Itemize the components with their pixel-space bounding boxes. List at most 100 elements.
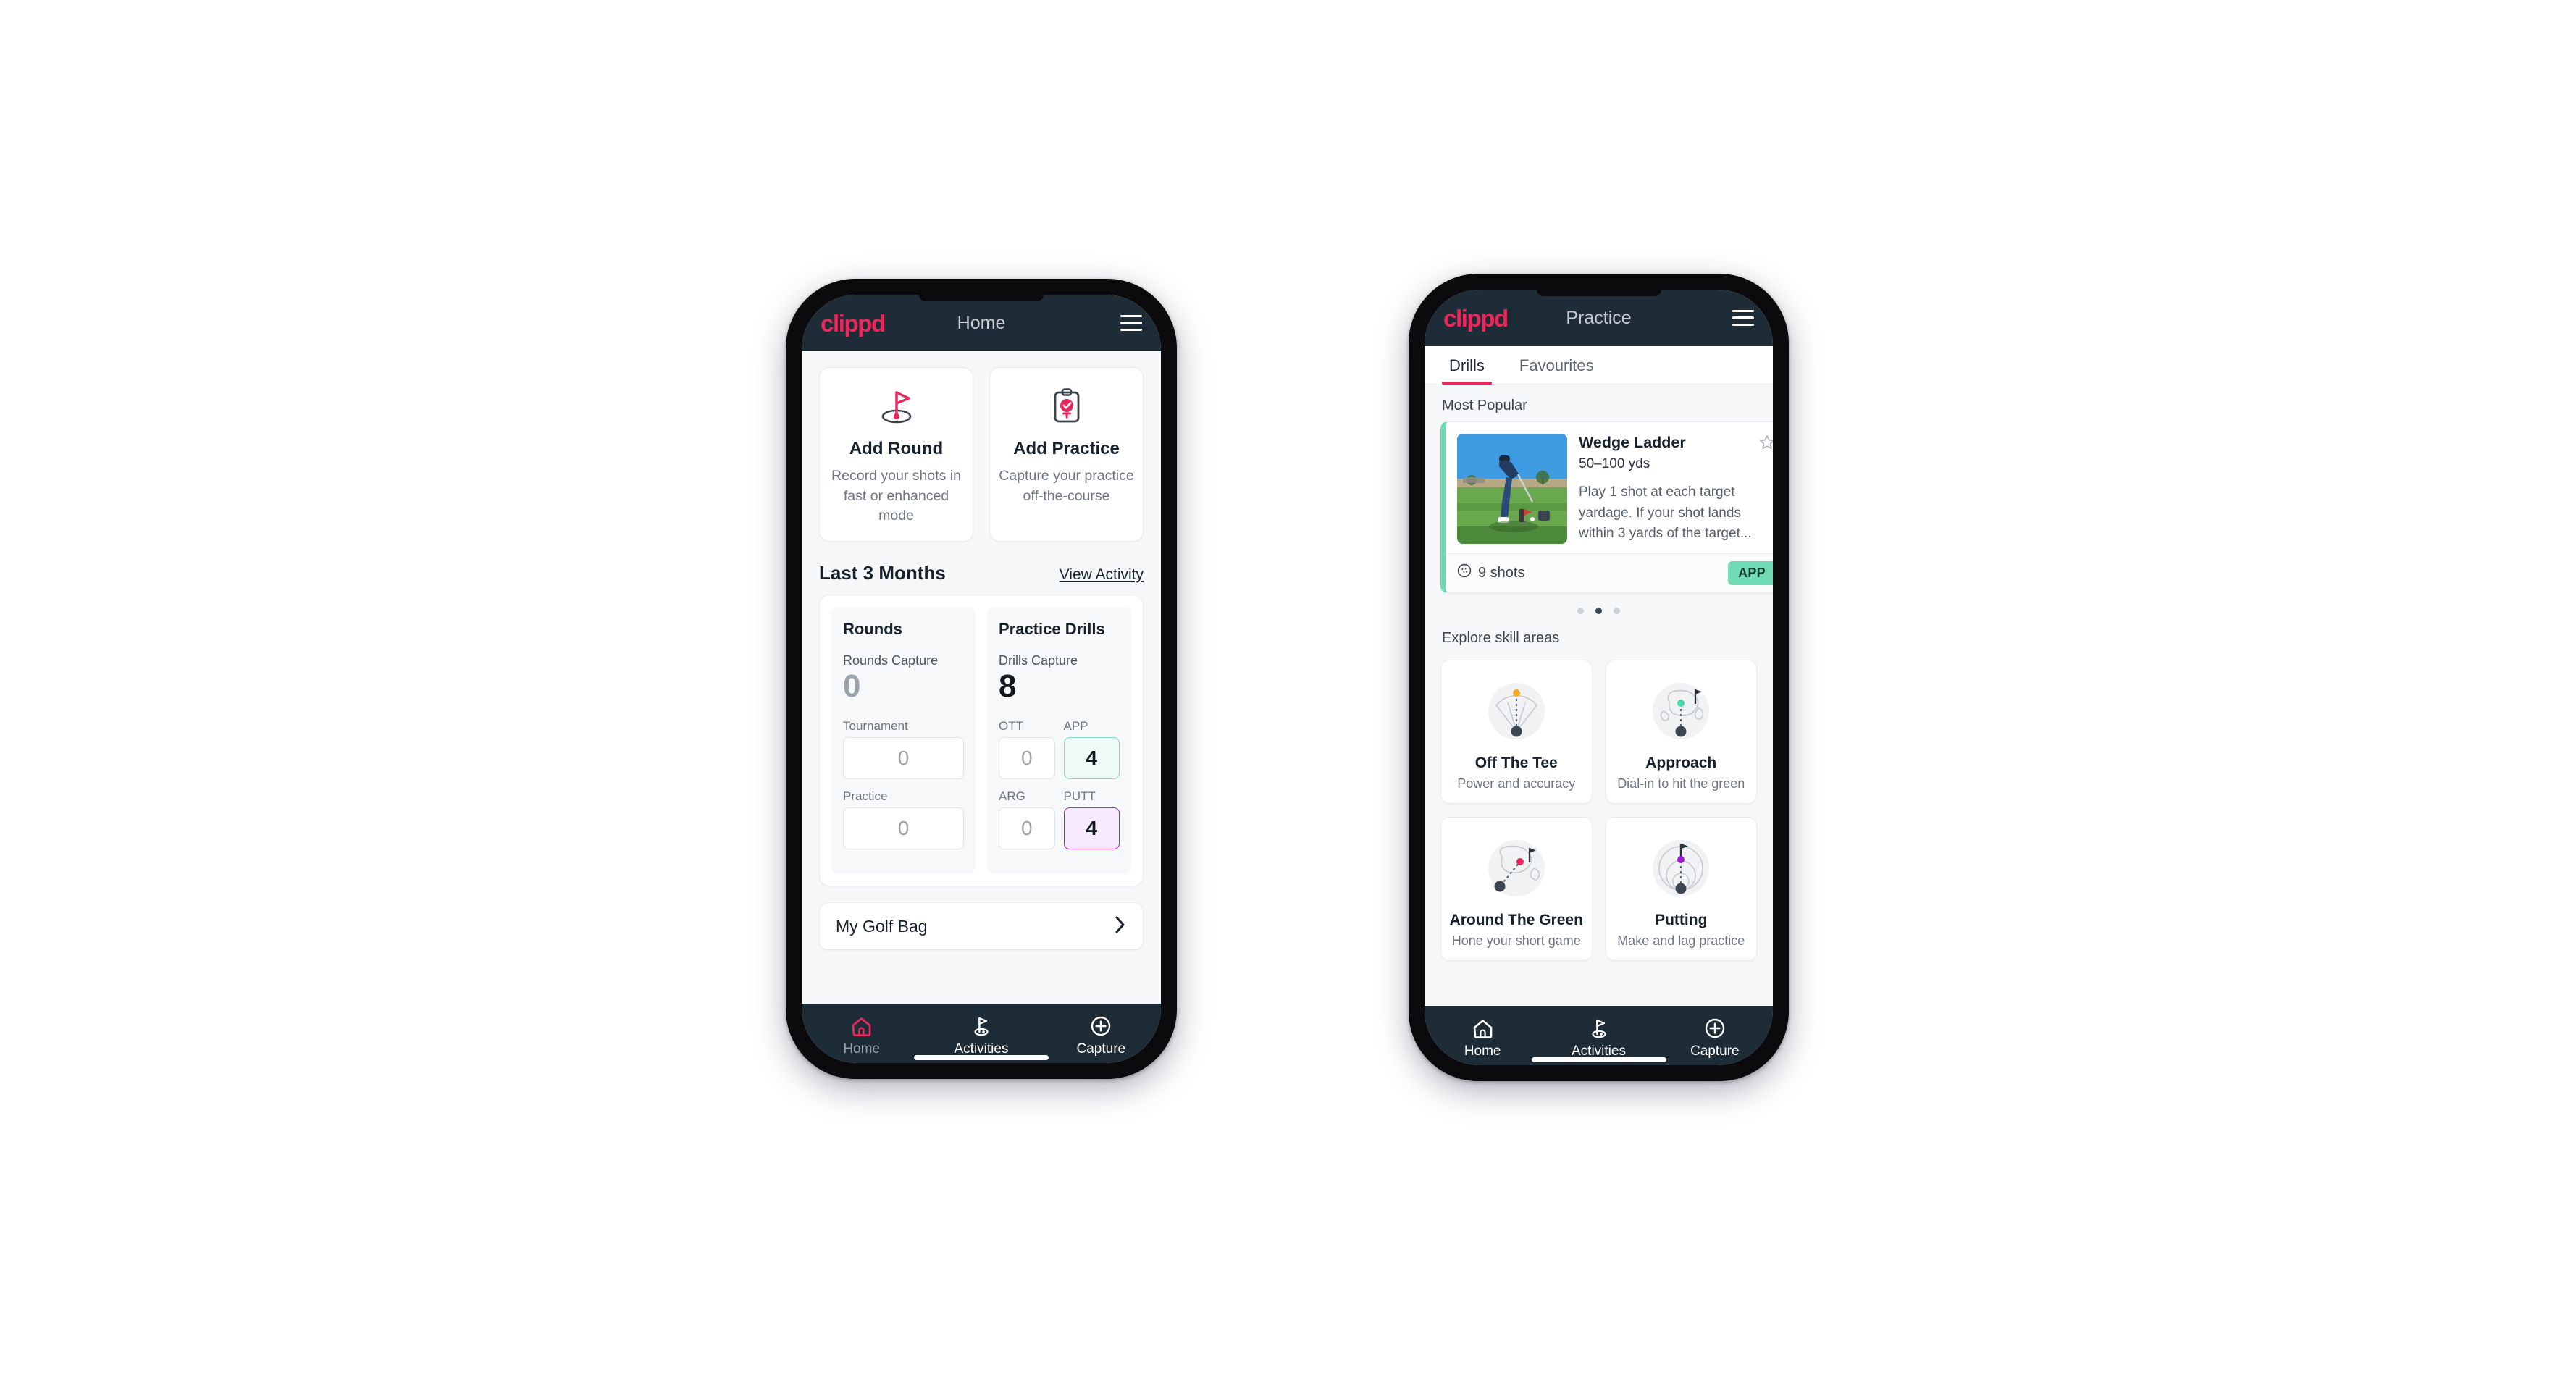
skill-name: Around The Green bbox=[1449, 911, 1583, 928]
explore-skill-areas-label: Explore skill areas bbox=[1442, 629, 1560, 646]
my-golf-bag-row[interactable]: My Golf Bag bbox=[819, 902, 1144, 951]
drills-capture-label: Drills Capture bbox=[999, 653, 1078, 668]
putt-label: PUTT bbox=[1063, 789, 1096, 804]
most-popular-label: Most Popular bbox=[1442, 398, 1527, 413]
nav-activities[interactable]: Activities bbox=[921, 1014, 1041, 1057]
carousel-dot-2[interactable] bbox=[1595, 607, 1602, 614]
skill-subtitle: Hone your short game bbox=[1451, 933, 1581, 948]
ott-value[interactable]: 0 bbox=[999, 737, 1055, 780]
drill-carousel[interactable]: Wedge Ladder 50–100 yds Play 1 shot at e… bbox=[1425, 421, 1773, 593]
clippd-logo[interactable]: clippd bbox=[821, 311, 886, 335]
ott-label: OTT bbox=[999, 719, 1023, 734]
phone-notch bbox=[919, 295, 1044, 301]
add-round-card[interactable]: Add Round Record your shots in fast or e… bbox=[819, 367, 973, 542]
add-round-subtitle: Record your shots in fast or enhanced mo… bbox=[831, 468, 961, 524]
skill-card-approach[interactable]: Approach Dial-in to hit the green bbox=[1605, 659, 1757, 804]
golfer-practice-photo bbox=[1457, 434, 1567, 544]
ott-app-row: OTT 0 APP 4 bbox=[999, 719, 1120, 780]
drill-info: Wedge Ladder 50–100 yds Play 1 shot at e… bbox=[1579, 434, 1773, 545]
phone-practice-mockup: clippd Practice Drills Favourites Most P… bbox=[1404, 269, 1794, 1086]
home-indicator-bar bbox=[914, 1055, 1049, 1060]
approach-green-icon bbox=[1614, 673, 1750, 749]
last-3-months-header: Last 3 Months View Activity bbox=[802, 542, 1161, 595]
add-practice-title: Add Practice bbox=[1013, 439, 1120, 458]
arg-label: ARG bbox=[999, 789, 1025, 804]
tab-favourites[interactable]: Favourites bbox=[1512, 346, 1601, 384]
tournament-label: Tournament bbox=[843, 719, 908, 734]
practice-bottom-nav: Home Activities Capture bbox=[1425, 1006, 1773, 1065]
home-appbar: clippd Home bbox=[802, 295, 1161, 351]
skill-subtitle: Dial-in to hit the green bbox=[1617, 776, 1745, 791]
practice-value[interactable]: 0 bbox=[843, 807, 964, 850]
add-round-title: Add Round bbox=[849, 439, 944, 458]
star-outline-icon[interactable] bbox=[1758, 434, 1773, 455]
drill-card-footer: 9 shots APP bbox=[1446, 553, 1773, 592]
skill-card-around-the-green[interactable]: Around The Green Hone your short game bbox=[1440, 816, 1593, 961]
nav-activities[interactable]: Activities bbox=[1540, 1016, 1656, 1059]
putt-value[interactable]: 4 bbox=[1063, 807, 1120, 850]
rounds-capture-value: 0 bbox=[843, 668, 861, 705]
skill-card-putting[interactable]: Putting Make and lag practice bbox=[1605, 816, 1757, 961]
my-golf-bag-label: My Golf Bag bbox=[836, 916, 928, 936]
drills-pane-title: Practice Drills bbox=[999, 620, 1105, 639]
drill-shots: 9 shots bbox=[1457, 563, 1524, 582]
home-indicator-bar bbox=[1531, 1057, 1666, 1062]
clippd-logo[interactable]: clippd bbox=[1443, 306, 1509, 330]
drill-card-wedge-ladder[interactable]: Wedge Ladder 50–100 yds Play 1 shot at e… bbox=[1440, 421, 1773, 593]
drill-skill-badge: APP bbox=[1728, 560, 1773, 585]
skill-subtitle: Power and accuracy bbox=[1457, 776, 1576, 791]
skill-name: Off The Tee bbox=[1474, 754, 1558, 771]
practice-screen: clippd Practice Drills Favourites Most P… bbox=[1425, 290, 1773, 1065]
drill-card-top: Wedge Ladder 50–100 yds Play 1 shot at e… bbox=[1446, 422, 1773, 553]
nav-capture-label: Capture bbox=[1690, 1043, 1740, 1059]
tab-drills[interactable]: Drills bbox=[1442, 346, 1492, 385]
drill-description: Play 1 shot at each target yardage. If y… bbox=[1579, 484, 1752, 541]
carousel-dots bbox=[1425, 593, 1773, 617]
nav-capture[interactable]: Capture bbox=[1657, 1016, 1773, 1059]
clipboard-check-tee-icon bbox=[999, 384, 1134, 429]
nav-home[interactable]: Home bbox=[802, 1014, 921, 1057]
drills-capture-value: 8 bbox=[999, 668, 1017, 705]
drill-title-row: Wedge Ladder bbox=[1579, 434, 1773, 455]
chevron-right-icon bbox=[1114, 915, 1127, 938]
canvas: clippd Home Add Round Record your shots … bbox=[0, 0, 2576, 1386]
arg-value[interactable]: 0 bbox=[999, 807, 1055, 850]
stats-card: Rounds Rounds Capture 0 Tournament 0 Pra… bbox=[819, 595, 1144, 887]
home-screen: clippd Home Add Round Record your shots … bbox=[802, 295, 1161, 1063]
nav-capture[interactable]: Capture bbox=[1041, 1014, 1161, 1057]
nav-home[interactable]: Home bbox=[1425, 1016, 1540, 1059]
rounds-capture-label: Rounds Capture bbox=[843, 653, 939, 668]
home-content: Add Round Record your shots in fast or e… bbox=[802, 351, 1161, 1004]
practice-label: Practice bbox=[843, 789, 888, 804]
putt-field: PUTT 4 bbox=[1063, 789, 1120, 850]
plus-circle-icon bbox=[1657, 1016, 1773, 1041]
carousel-dot-3[interactable] bbox=[1614, 607, 1620, 614]
home-icon bbox=[1425, 1016, 1540, 1041]
arg-putt-row: ARG 0 PUTT 4 bbox=[999, 789, 1120, 850]
drill-yardage: 50–100 yds bbox=[1579, 456, 1650, 471]
carousel-dot-1[interactable] bbox=[1577, 607, 1584, 614]
skill-areas-grid: Off The Tee Power and accuracy Approach … bbox=[1425, 654, 1773, 961]
practice-appbar: clippd Practice bbox=[1425, 290, 1773, 346]
hamburger-menu-icon[interactable] bbox=[1120, 314, 1142, 332]
phone-home-mockup: clippd Home Add Round Record your shots … bbox=[781, 274, 1182, 1084]
rounds-pane-title: Rounds bbox=[843, 620, 902, 639]
view-activity-link[interactable]: View Activity bbox=[1060, 566, 1144, 584]
hamburger-menu-icon[interactable] bbox=[1732, 309, 1754, 327]
golf-ball-icon bbox=[1457, 563, 1472, 582]
tournament-value[interactable]: 0 bbox=[843, 737, 964, 780]
home-bottom-nav: Home Activities Capture bbox=[802, 1004, 1161, 1063]
app-value[interactable]: 4 bbox=[1063, 737, 1120, 780]
practice-field: Practice 0 bbox=[843, 789, 964, 850]
skill-card-off-the-tee[interactable]: Off The Tee Power and accuracy bbox=[1440, 659, 1593, 804]
putting-rings-icon bbox=[1614, 831, 1750, 906]
golf-flag-icon bbox=[921, 1014, 1041, 1038]
add-practice-card[interactable]: Add Practice Capture your practice off-t… bbox=[989, 367, 1144, 542]
nav-capture-label: Capture bbox=[1076, 1041, 1126, 1057]
quick-actions-row: Add Round Record your shots in fast or e… bbox=[802, 351, 1161, 542]
app-label: APP bbox=[1063, 719, 1088, 734]
skill-subtitle: Make and lag practice bbox=[1617, 933, 1745, 948]
skill-name: Putting bbox=[1655, 911, 1708, 928]
arg-field: ARG 0 bbox=[999, 789, 1055, 850]
ott-field: OTT 0 bbox=[999, 719, 1055, 780]
